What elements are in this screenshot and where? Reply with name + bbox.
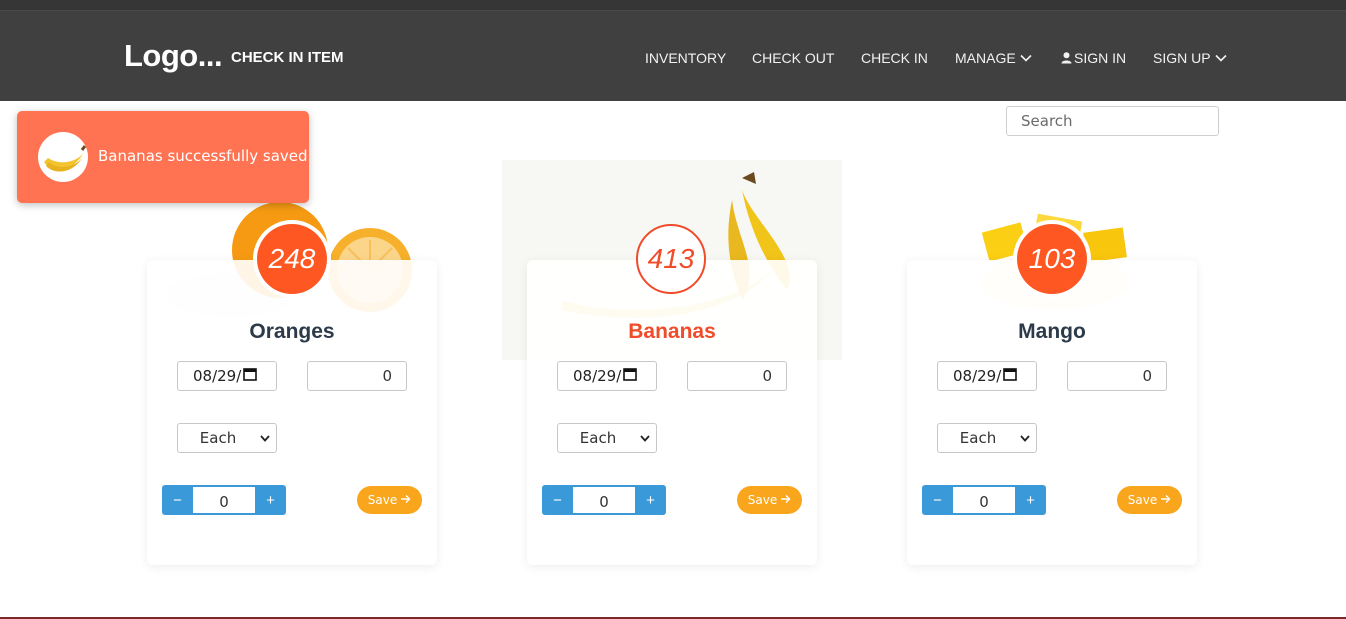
calendar-icon[interactable] xyxy=(1003,367,1018,385)
unit-value: Each xyxy=(199,429,237,447)
decrement-button[interactable]: − xyxy=(922,485,953,515)
increment-button[interactable]: + xyxy=(635,485,666,515)
increment-button[interactable]: + xyxy=(1015,485,1046,515)
date-input[interactable]: 08/29/ xyxy=(937,361,1037,391)
page-title: CHECK IN ITEM xyxy=(231,49,344,66)
product-name: Mango xyxy=(1018,320,1086,343)
arrow-right-icon xyxy=(780,493,791,507)
nav-inventory-label: INVENTORY xyxy=(645,50,727,66)
decrement-button[interactable]: − xyxy=(162,485,193,515)
unit-value: Each xyxy=(959,429,997,447)
search-input[interactable] xyxy=(1006,106,1219,136)
quantity-stepper: − 0 + xyxy=(542,485,666,515)
product-card-mango: Mango 08/29/ 0 Each − 0 + Save xyxy=(907,260,1197,565)
quantity-input[interactable]: 0 xyxy=(307,361,407,391)
date-value: 08/29/ xyxy=(953,367,1002,385)
arrow-right-icon xyxy=(1160,493,1171,507)
unit-select[interactable]: Each xyxy=(937,423,1037,453)
nav-check-in[interactable]: CHECK IN xyxy=(861,48,928,68)
chevron-down-icon xyxy=(1215,54,1227,62)
count-badge-oranges: 248 xyxy=(257,224,327,294)
increment-button[interactable]: + xyxy=(255,485,286,515)
save-button[interactable]: Save xyxy=(1117,486,1182,514)
nav-sign-up-label: SIGN UP xyxy=(1153,50,1211,66)
chevron-down-icon xyxy=(634,434,656,442)
save-button[interactable]: Save xyxy=(357,486,422,514)
stepper-value[interactable]: 0 xyxy=(953,487,1015,513)
save-label: Save xyxy=(367,493,398,507)
navbar: Logo... CHECK IN ITEM INVENTORY CHECK OU… xyxy=(0,10,1346,101)
nav-sign-up[interactable]: SIGN UP xyxy=(1153,48,1227,68)
chevron-down-icon xyxy=(1014,434,1036,442)
nav-sign-in[interactable]: SIGN IN xyxy=(1061,48,1126,68)
product-card-bananas: Bananas 08/29/ 0 Each − 0 + Save xyxy=(527,260,817,565)
product-name: Oranges xyxy=(249,320,335,343)
save-button[interactable]: Save xyxy=(737,486,802,514)
nav-check-out-label: CHECK OUT xyxy=(752,50,835,66)
stepper-value[interactable]: 0 xyxy=(573,487,635,513)
quantity-input[interactable]: 0 xyxy=(1067,361,1167,391)
date-input[interactable]: 08/29/ xyxy=(557,361,657,391)
decrement-button[interactable]: − xyxy=(542,485,573,515)
toast-message: Bananas successfully saved xyxy=(98,147,308,165)
chevron-down-icon xyxy=(254,434,276,442)
nav-check-out[interactable]: CHECK OUT xyxy=(752,48,834,68)
quantity-stepper: − 0 + xyxy=(162,485,286,515)
product-card-oranges: Oranges 08/29/ 0 Each − 0 + Save xyxy=(147,260,437,565)
nav-inventory[interactable]: INVENTORY xyxy=(645,48,726,68)
unit-select[interactable]: Each xyxy=(177,423,277,453)
count-badge-mango: 103 xyxy=(1017,224,1087,294)
chevron-down-icon xyxy=(1020,54,1032,62)
date-value: 08/29/ xyxy=(193,367,242,385)
banana-thumbnail xyxy=(38,132,88,182)
brand-logo[interactable]: Logo... xyxy=(124,38,223,74)
product-name: Bananas xyxy=(628,320,716,343)
quantity-input[interactable]: 0 xyxy=(687,361,787,391)
calendar-icon[interactable] xyxy=(243,367,258,385)
unit-select[interactable]: Each xyxy=(557,423,657,453)
save-label: Save xyxy=(747,493,778,507)
date-value: 08/29/ xyxy=(573,367,622,385)
quantity-stepper: − 0 + xyxy=(922,485,1046,515)
stepper-value[interactable]: 0 xyxy=(193,487,255,513)
unit-value: Each xyxy=(579,429,617,447)
arrow-right-icon xyxy=(400,493,411,507)
success-toast: Bananas successfully saved xyxy=(17,111,309,203)
user-icon xyxy=(1061,52,1072,64)
nav-manage[interactable]: MANAGE xyxy=(955,48,1032,68)
save-label: Save xyxy=(1127,493,1158,507)
calendar-icon[interactable] xyxy=(623,367,638,385)
nav-manage-label: MANAGE xyxy=(955,50,1016,66)
count-badge-bananas: 413 xyxy=(636,224,706,294)
date-input[interactable]: 08/29/ xyxy=(177,361,277,391)
top-strip xyxy=(0,0,1346,10)
nav-sign-in-label: SIGN IN xyxy=(1074,50,1127,66)
nav-check-in-label: CHECK IN xyxy=(861,50,928,66)
